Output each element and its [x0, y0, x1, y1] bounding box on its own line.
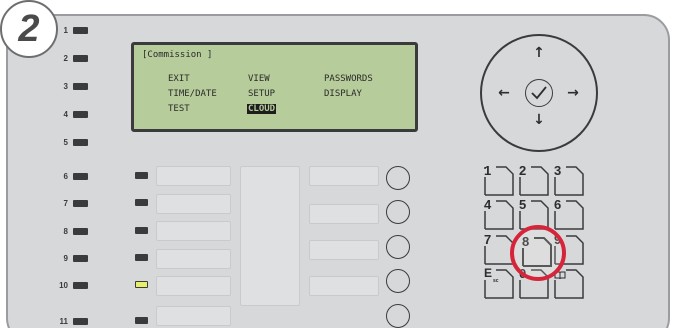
- zone-label-box: [156, 249, 231, 269]
- menu-item-display[interactable]: DISPLAY: [324, 89, 362, 99]
- status-led-4: 4: [48, 110, 88, 119]
- led-indicator: [73, 318, 88, 325]
- menu-item-time-date[interactable]: TIME/DATE: [168, 89, 217, 99]
- zone-led-9: [135, 254, 148, 261]
- menu-item-cloud[interactable]: CLOUD: [247, 104, 277, 114]
- zone-label-box: [156, 194, 231, 214]
- zone-label-box: [156, 166, 231, 186]
- key-label: 7: [484, 232, 492, 247]
- ok-button[interactable]: [525, 79, 553, 107]
- led-number: 10: [59, 281, 68, 290]
- zone-led-7: [135, 199, 148, 206]
- led-number: 9: [63, 254, 68, 263]
- led-number: 2: [63, 54, 68, 63]
- zone-led-8: [135, 227, 148, 234]
- key-book[interactable]: [554, 269, 584, 299]
- menu-item-exit[interactable]: EXIT: [168, 74, 190, 84]
- zone-label-box: [156, 276, 231, 296]
- zone-label-box: [240, 166, 300, 306]
- led-number: 3: [63, 82, 68, 91]
- status-led-8: 8: [48, 227, 88, 236]
- led-indicator: [73, 27, 88, 34]
- key-1[interactable]: 1: [484, 163, 514, 196]
- led-indicator: [73, 139, 88, 146]
- key-label: 5: [519, 197, 527, 212]
- highlight-ring: [510, 225, 566, 281]
- led-number: 7: [63, 199, 68, 208]
- status-led-2: 2: [48, 54, 88, 63]
- led-indicator: [73, 282, 88, 289]
- zone-button-1[interactable]: [386, 166, 410, 190]
- key-label: 4: [484, 197, 492, 212]
- key-4[interactable]: 4: [484, 197, 514, 230]
- arrow-down-icon[interactable]: ↓: [529, 110, 549, 130]
- status-led-9: 9: [48, 254, 88, 263]
- zone-button-5[interactable]: [386, 304, 410, 328]
- lcd-display: [Commission ] EXIT VIEW PASSWORDS TIME/D…: [131, 42, 418, 132]
- menu-item-setup[interactable]: SETUP: [248, 89, 275, 99]
- led-indicator: [73, 173, 88, 180]
- zone-label-box: [309, 204, 379, 224]
- arrow-right-icon[interactable]: →: [563, 83, 583, 103]
- key-3[interactable]: 3: [554, 163, 584, 196]
- led-number: 8: [63, 227, 68, 236]
- key-2[interactable]: 2: [519, 163, 549, 196]
- led-indicator: [73, 83, 88, 90]
- key-label: E: [484, 266, 493, 280]
- status-led-3: 3: [48, 82, 88, 91]
- led-number: 5: [63, 138, 68, 147]
- arrow-left-icon[interactable]: ←: [494, 83, 514, 103]
- zone-led-10-lit: [135, 281, 148, 288]
- zone-label-box: [309, 276, 379, 296]
- key-sublabel: sc: [493, 278, 499, 284]
- zone-label-box: [156, 221, 231, 241]
- zone-led-11: [135, 317, 148, 324]
- zone-label-box: [156, 306, 231, 326]
- key-label: 2: [519, 163, 527, 178]
- step-badge: 2: [0, 0, 58, 58]
- key-6[interactable]: 6: [554, 197, 584, 230]
- zone-label-box: [309, 166, 379, 186]
- key-escape[interactable]: E sc: [484, 266, 514, 299]
- zone-button-3[interactable]: [386, 235, 410, 259]
- zone-led-6: [135, 172, 148, 179]
- led-number: 4: [63, 110, 68, 119]
- menu-item-test[interactable]: TEST: [168, 104, 190, 114]
- status-led-7: 7: [48, 199, 88, 208]
- key-label: 1: [484, 163, 492, 178]
- menu-item-view[interactable]: VIEW: [248, 74, 270, 84]
- led-number: 11: [59, 317, 68, 326]
- led-number: 6: [63, 172, 68, 181]
- zone-label-box: [309, 240, 379, 260]
- arrow-up-icon[interactable]: ↑: [529, 43, 549, 63]
- key-label: 3: [554, 163, 562, 178]
- led-indicator: [73, 111, 88, 118]
- led-indicator: [73, 228, 88, 235]
- zone-button-2[interactable]: [386, 200, 410, 224]
- led-indicator: [73, 200, 88, 207]
- status-led-5: 5: [48, 138, 88, 147]
- led-indicator: [73, 255, 88, 262]
- status-led-10: 10: [48, 281, 88, 290]
- menu-item-passwords[interactable]: PASSWORDS: [324, 74, 373, 84]
- checkmark-icon: [531, 86, 547, 100]
- zone-button-4[interactable]: [386, 269, 410, 293]
- status-led-6: 6: [48, 172, 88, 181]
- key-label: 6: [554, 197, 562, 212]
- lcd-title: [Commission ]: [142, 50, 213, 60]
- led-indicator: [73, 55, 88, 62]
- status-led-11: 11: [48, 317, 88, 326]
